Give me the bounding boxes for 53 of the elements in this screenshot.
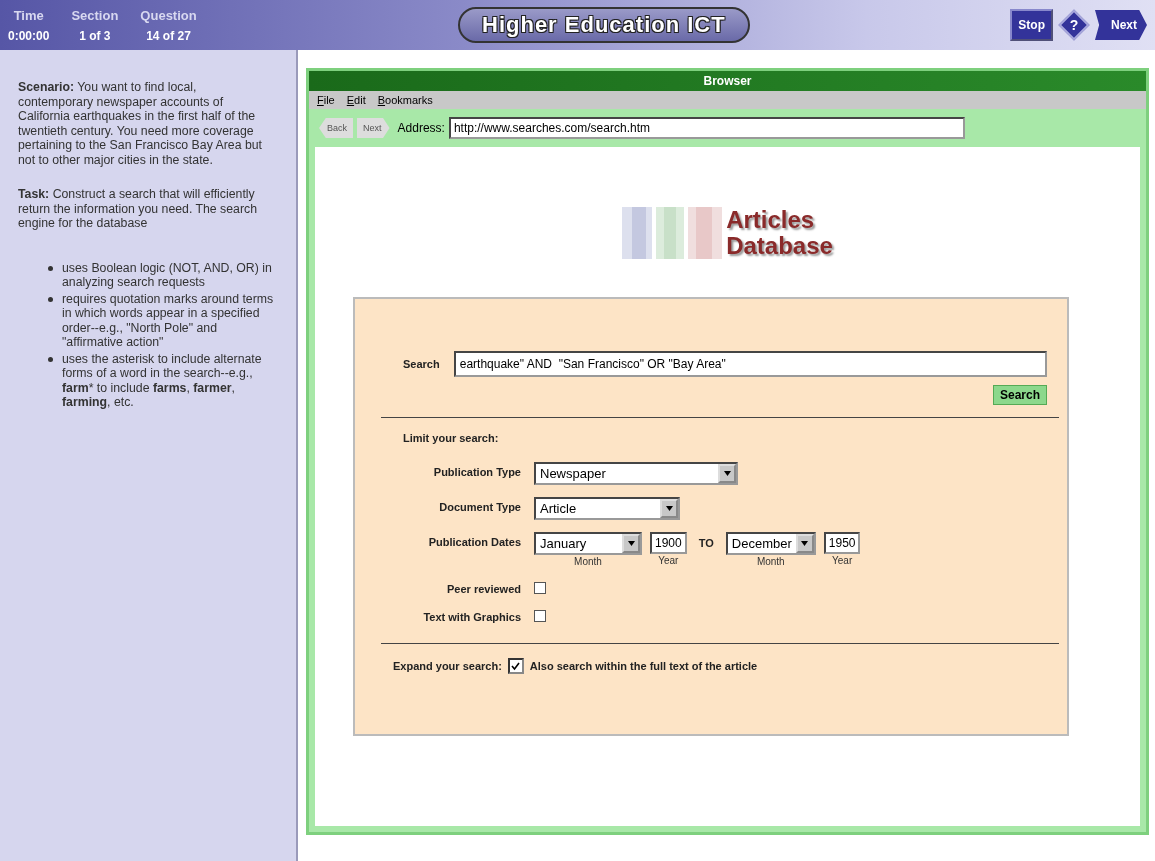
month-dropdown[interactable]: December bbox=[725, 532, 816, 555]
instruction-paragraph: Scenario: You want to find local, contemporary newspaper accounts of California earthquakes in the first half of the twentieth century. You need more coverage pertaining to the San Francisco Bay Area but not to other major cities in the state. bbox=[18, 80, 264, 167]
app-title: Higher Education ICT bbox=[458, 7, 750, 43]
field-label: Publication Type bbox=[432, 465, 521, 478]
stop-button[interactable]: Stop bbox=[1010, 9, 1053, 41]
search-field[interactable]: earthquake" AND "San Francisco" OR "Bay Area" bbox=[453, 351, 1047, 377]
stat-value: 0:00:00 bbox=[8, 28, 50, 43]
stat-label: Question bbox=[140, 7, 197, 23]
stat-label: Section bbox=[71, 7, 119, 23]
field-label: Text with Graphics bbox=[422, 610, 521, 623]
month-dropdown[interactable]: January bbox=[534, 532, 642, 555]
field-label: Publication Dates bbox=[427, 535, 521, 548]
checkbox-label: Also search within the full text of the article bbox=[529, 660, 758, 672]
menu-item[interactable]: Bookmarks bbox=[377, 94, 433, 106]
year-field[interactable]: 1900 bbox=[650, 532, 687, 554]
range-joiner: TO bbox=[698, 536, 714, 549]
field-label: Expand your search: bbox=[393, 660, 502, 672]
bullet-icon bbox=[48, 296, 53, 302]
window-title: Browser bbox=[309, 71, 1146, 91]
bullet-text: requires quotation marks around terms in which words appear in a specified order--e.g., "North Pole" and "affirmative action" bbox=[62, 291, 274, 350]
menu-item[interactable]: Edit bbox=[346, 94, 366, 106]
checkbox[interactable] bbox=[507, 658, 524, 674]
bullet-icon bbox=[48, 265, 53, 271]
instruction-paragraph: Task: Construct a search that will efficiently return the information you need. The search engine for the database bbox=[18, 187, 259, 231]
help-button[interactable]: ? bbox=[1059, 10, 1089, 40]
menu-item[interactable]: File bbox=[317, 94, 335, 106]
check-icon bbox=[511, 661, 521, 671]
checkbox[interactable] bbox=[534, 610, 546, 622]
logo-text: Articles bbox=[726, 207, 816, 233]
stat-value: 1 of 3 bbox=[79, 28, 111, 43]
stat-value: 14 of 27 bbox=[146, 28, 191, 43]
search-label: Search bbox=[403, 358, 440, 370]
next-button[interactable]: Next bbox=[1095, 10, 1147, 40]
field-label: Peer reviewed bbox=[446, 582, 521, 595]
field-caption: Year bbox=[658, 555, 679, 566]
search-button[interactable]: Search bbox=[992, 385, 1047, 405]
dropdown[interactable]: Newspaper bbox=[534, 462, 738, 485]
logo-text: Database bbox=[726, 233, 833, 259]
address-field[interactable]: http://www.searches.com/search.htm bbox=[448, 117, 965, 139]
checkbox[interactable] bbox=[534, 582, 546, 594]
year-field[interactable]: 1950 bbox=[823, 532, 861, 554]
field-caption: Month bbox=[574, 556, 602, 567]
field-caption: Year bbox=[832, 555, 853, 566]
section-heading: Limit your search: bbox=[403, 432, 500, 444]
forward-button[interactable]: Next bbox=[357, 118, 390, 138]
address-label: Address: bbox=[397, 121, 445, 135]
field-label: Document Type bbox=[438, 500, 521, 513]
bullet-text: uses the asterisk to include alternate forms of a word in the search--e.g., farm* to include farms, farmer, farming, etc. bbox=[62, 351, 263, 410]
dropdown[interactable]: Article bbox=[534, 497, 680, 520]
bullet-icon bbox=[48, 356, 53, 362]
field-caption: Month bbox=[756, 556, 785, 567]
back-button[interactable]: Back bbox=[319, 118, 353, 138]
stat-label: Time bbox=[13, 7, 44, 23]
